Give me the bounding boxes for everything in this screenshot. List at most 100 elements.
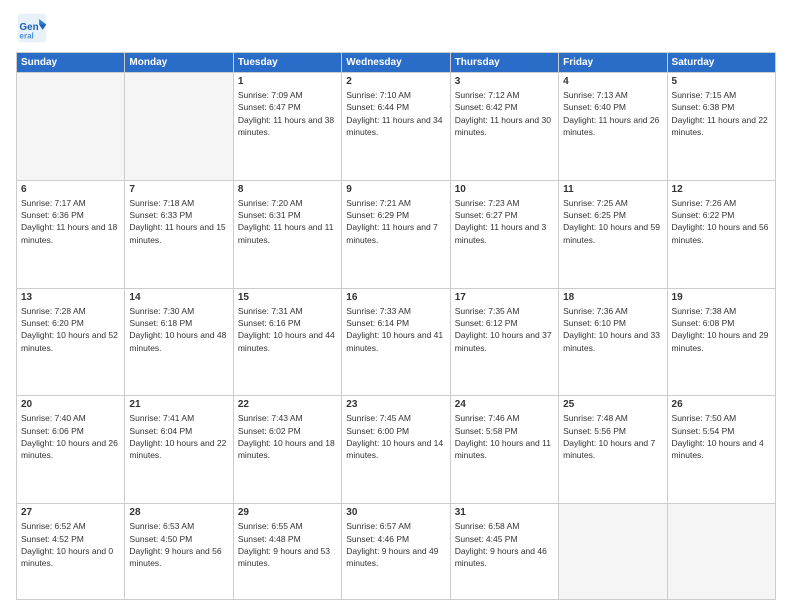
day-info: Sunrise: 7:17 AM Sunset: 6:36 PM Dayligh… (21, 197, 120, 246)
calendar-cell: 2 Sunrise: 7:10 AM Sunset: 6:44 PM Daylig… (342, 73, 450, 181)
day-number: 15 (238, 292, 337, 303)
weekday-monday: Monday (125, 53, 233, 73)
day-number: 29 (238, 507, 337, 518)
day-info: Sunrise: 7:31 AM Sunset: 6:16 PM Dayligh… (238, 305, 337, 354)
day-info: Sunrise: 7:36 AM Sunset: 6:10 PM Dayligh… (563, 305, 662, 354)
calendar-cell: 26 Sunrise: 7:50 AM Sunset: 5:54 PM Dayli… (667, 396, 775, 504)
day-info: Sunrise: 7:33 AM Sunset: 6:14 PM Dayligh… (346, 305, 445, 354)
calendar-cell (125, 73, 233, 181)
day-number: 30 (346, 507, 445, 518)
day-number: 8 (238, 184, 337, 195)
day-info: Sunrise: 7:41 AM Sunset: 6:04 PM Dayligh… (129, 412, 228, 461)
day-info: Sunrise: 7:20 AM Sunset: 6:31 PM Dayligh… (238, 197, 337, 246)
day-info: Sunrise: 7:40 AM Sunset: 6:06 PM Dayligh… (21, 412, 120, 461)
day-number: 5 (672, 76, 771, 87)
calendar-cell: 25 Sunrise: 7:48 AM Sunset: 5:56 PM Dayli… (559, 396, 667, 504)
calendar-cell: 11 Sunrise: 7:25 AM Sunset: 6:25 PM Dayli… (559, 180, 667, 288)
calendar-cell: 16 Sunrise: 7:33 AM Sunset: 6:14 PM Dayli… (342, 288, 450, 396)
day-number: 6 (21, 184, 120, 195)
day-info: Sunrise: 7:50 AM Sunset: 5:54 PM Dayligh… (672, 412, 771, 461)
calendar-cell: 17 Sunrise: 7:35 AM Sunset: 6:12 PM Dayli… (450, 288, 558, 396)
weekday-sunday: Sunday (17, 53, 125, 73)
calendar-cell (559, 504, 667, 600)
calendar-cell: 28 Sunrise: 6:53 AM Sunset: 4:50 PM Dayli… (125, 504, 233, 600)
header: Gen eral (16, 12, 776, 44)
day-info: Sunrise: 7:45 AM Sunset: 6:00 PM Dayligh… (346, 412, 445, 461)
calendar-cell: 5 Sunrise: 7:15 AM Sunset: 6:38 PM Daylig… (667, 73, 775, 181)
week-row-2: 6 Sunrise: 7:17 AM Sunset: 6:36 PM Daylig… (17, 180, 776, 288)
calendar-cell (667, 504, 775, 600)
calendar-cell: 19Sunrise: 7:38 AM Sunset: 6:08 PM Dayli… (667, 288, 775, 396)
day-number: 14 (129, 292, 228, 303)
day-number: 4 (563, 76, 662, 87)
logo: Gen eral (16, 12, 52, 44)
day-info: Sunrise: 7:12 AM Sunset: 6:42 PM Dayligh… (455, 89, 554, 138)
day-info: Sunrise: 7:09 AM Sunset: 6:47 PM Dayligh… (238, 89, 337, 138)
calendar-cell: 21Sunrise: 7:41 AM Sunset: 6:04 PM Dayli… (125, 396, 233, 504)
day-info: Sunrise: 7:28 AM Sunset: 6:20 PM Dayligh… (21, 305, 120, 354)
day-info: Sunrise: 7:48 AM Sunset: 5:56 PM Dayligh… (563, 412, 662, 461)
calendar-cell: 20 Sunrise: 7:40 AM Sunset: 6:06 PM Dayli… (17, 396, 125, 504)
day-number: 7 (129, 184, 228, 195)
calendar-cell: 22Sunrise: 7:43 AM Sunset: 6:02 PM Dayli… (233, 396, 341, 504)
day-info: Sunrise: 7:21 AM Sunset: 6:29 PM Dayligh… (346, 197, 445, 246)
weekday-friday: Friday (559, 53, 667, 73)
calendar-cell: 15 Sunrise: 7:31 AM Sunset: 6:16 PM Dayli… (233, 288, 341, 396)
day-number: 19 (672, 292, 771, 303)
week-row-4: 20 Sunrise: 7:40 AM Sunset: 6:06 PM Dayli… (17, 396, 776, 504)
day-number: 22 (238, 399, 337, 410)
weekday-saturday: Saturday (667, 53, 775, 73)
page: Gen eral SundayMondayTuesdayWednesdayThu… (0, 0, 792, 612)
calendar-cell: 29Sunrise: 6:55 AM Sunset: 4:48 PM Dayli… (233, 504, 341, 600)
week-row-3: 13 Sunrise: 7:28 AM Sunset: 6:20 PM Dayli… (17, 288, 776, 396)
day-number: 1 (238, 76, 337, 87)
day-info: Sunrise: 6:57 AM Sunset: 4:46 PM Dayligh… (346, 520, 445, 569)
calendar-cell: 10Sunrise: 7:23 AM Sunset: 6:27 PM Dayli… (450, 180, 558, 288)
calendar-cell: 18Sunrise: 7:36 AM Sunset: 6:10 PM Dayli… (559, 288, 667, 396)
day-info: Sunrise: 7:10 AM Sunset: 6:44 PM Dayligh… (346, 89, 445, 138)
day-info: Sunrise: 7:23 AM Sunset: 6:27 PM Dayligh… (455, 197, 554, 246)
day-number: 2 (346, 76, 445, 87)
calendar-cell: 23 Sunrise: 7:45 AM Sunset: 6:00 PM Dayli… (342, 396, 450, 504)
calendar-table: SundayMondayTuesdayWednesdayThursdayFrid… (16, 52, 776, 600)
weekday-header-row: SundayMondayTuesdayWednesdayThursdayFrid… (17, 53, 776, 73)
weekday-wednesday: Wednesday (342, 53, 450, 73)
calendar-cell: 9 Sunrise: 7:21 AM Sunset: 6:29 PM Daylig… (342, 180, 450, 288)
calendar-cell: 14Sunrise: 7:30 AM Sunset: 6:18 PM Dayli… (125, 288, 233, 396)
day-number: 20 (21, 399, 120, 410)
weekday-thursday: Thursday (450, 53, 558, 73)
day-number: 9 (346, 184, 445, 195)
day-number: 16 (346, 292, 445, 303)
week-row-5: 27 Sunrise: 6:52 AM Sunset: 4:52 PM Dayli… (17, 504, 776, 600)
day-number: 11 (563, 184, 662, 195)
day-number: 27 (21, 507, 120, 518)
day-number: 25 (563, 399, 662, 410)
day-info: Sunrise: 7:26 AM Sunset: 6:22 PM Dayligh… (672, 197, 771, 246)
day-info: Sunrise: 6:52 AM Sunset: 4:52 PM Dayligh… (21, 520, 120, 569)
calendar-cell: 12 Sunrise: 7:26 AM Sunset: 6:22 PM Dayli… (667, 180, 775, 288)
day-number: 3 (455, 76, 554, 87)
calendar-cell: 27 Sunrise: 6:52 AM Sunset: 4:52 PM Dayli… (17, 504, 125, 600)
day-info: Sunrise: 7:46 AM Sunset: 5:58 PM Dayligh… (455, 412, 554, 461)
day-number: 12 (672, 184, 771, 195)
weekday-tuesday: Tuesday (233, 53, 341, 73)
day-info: Sunrise: 7:25 AM Sunset: 6:25 PM Dayligh… (563, 197, 662, 246)
day-number: 28 (129, 507, 228, 518)
day-info: Sunrise: 7:15 AM Sunset: 6:38 PM Dayligh… (672, 89, 771, 138)
svg-text:eral: eral (20, 32, 34, 41)
calendar-cell: 13 Sunrise: 7:28 AM Sunset: 6:20 PM Dayli… (17, 288, 125, 396)
day-number: 13 (21, 292, 120, 303)
calendar-cell: 8 Sunrise: 7:20 AM Sunset: 6:31 PM Daylig… (233, 180, 341, 288)
calendar-cell (17, 73, 125, 181)
calendar-cell: 1 Sunrise: 7:09 AM Sunset: 6:47 PM Daylig… (233, 73, 341, 181)
calendar-cell: 3 Sunrise: 7:12 AM Sunset: 6:42 PM Daylig… (450, 73, 558, 181)
day-info: Sunrise: 6:58 AM Sunset: 4:45 PM Dayligh… (455, 520, 554, 569)
day-number: 26 (672, 399, 771, 410)
calendar-cell: 7Sunrise: 7:18 AM Sunset: 6:33 PM Daylig… (125, 180, 233, 288)
week-row-1: 1 Sunrise: 7:09 AM Sunset: 6:47 PM Daylig… (17, 73, 776, 181)
day-number: 23 (346, 399, 445, 410)
day-info: Sunrise: 7:35 AM Sunset: 6:12 PM Dayligh… (455, 305, 554, 354)
calendar-cell: 31Sunrise: 6:58 AM Sunset: 4:45 PM Dayli… (450, 504, 558, 600)
day-info: Sunrise: 6:53 AM Sunset: 4:50 PM Dayligh… (129, 520, 228, 569)
day-number: 17 (455, 292, 554, 303)
